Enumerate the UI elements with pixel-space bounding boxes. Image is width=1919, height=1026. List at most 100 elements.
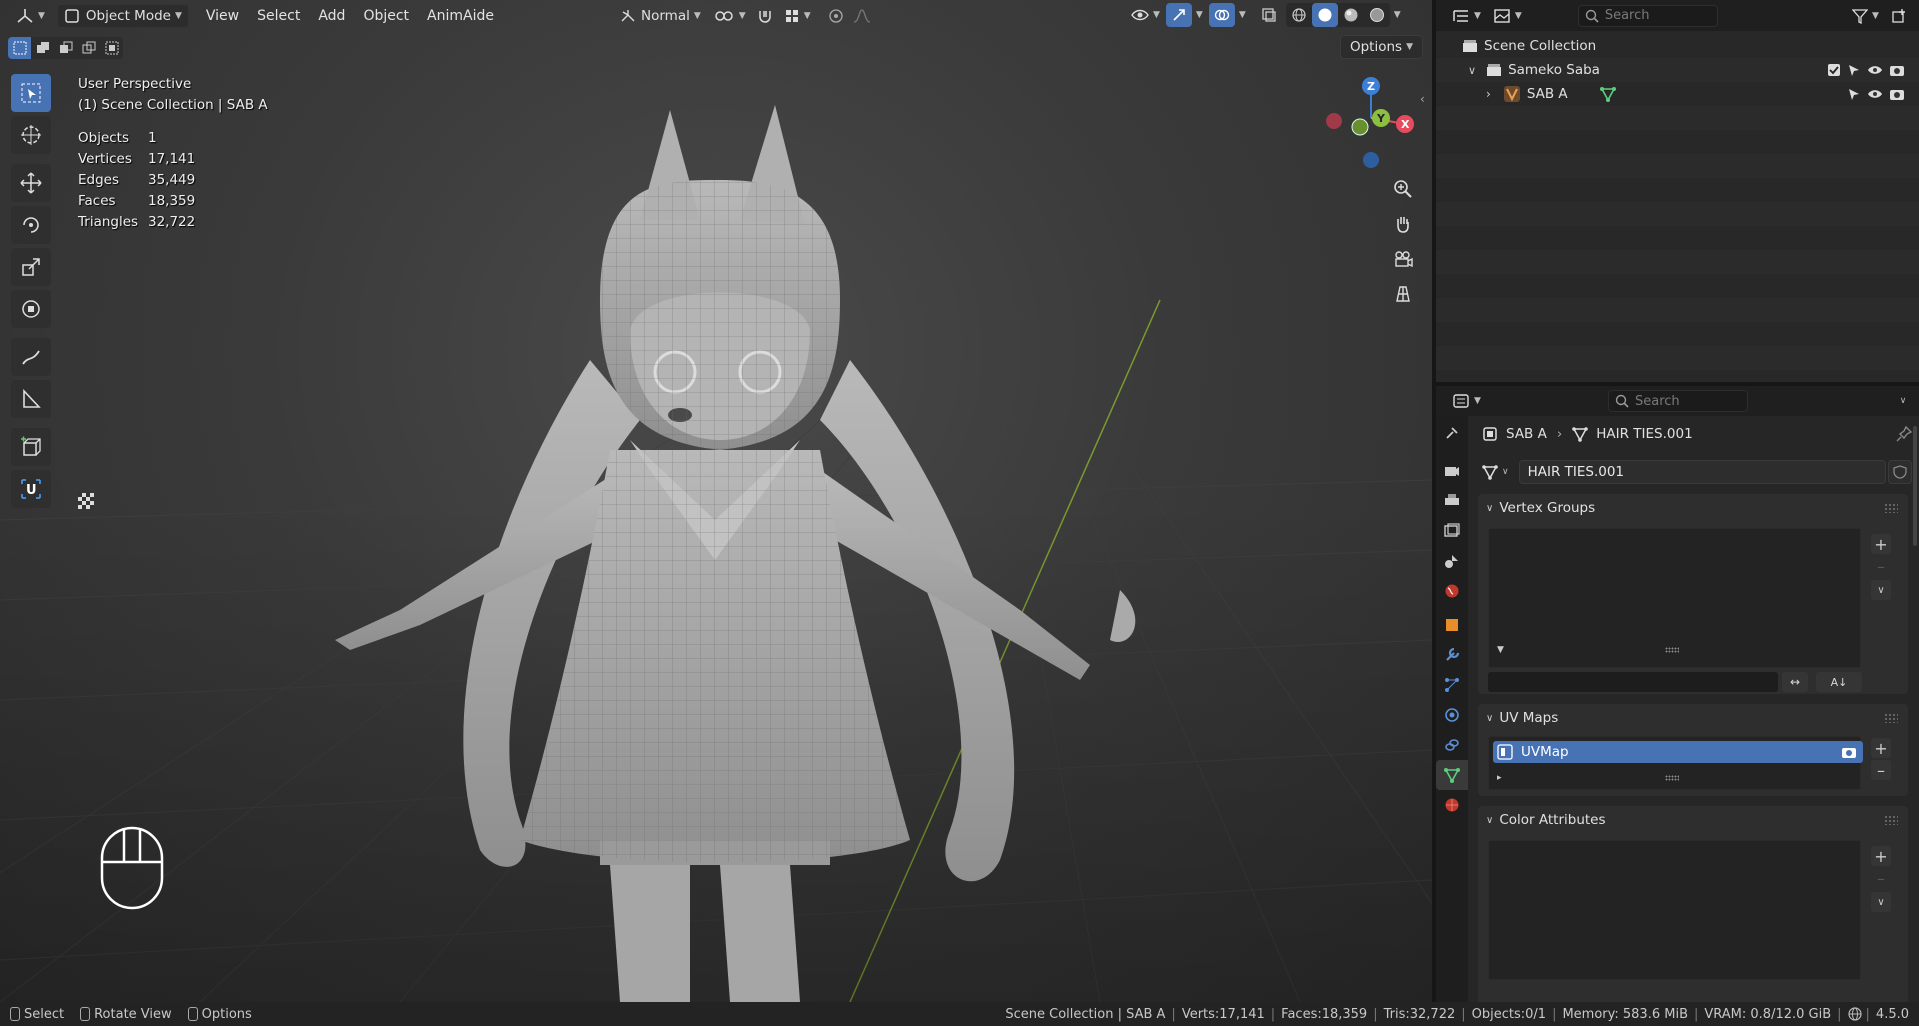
collapse-chevron-icon[interactable]: ∨ — [1468, 64, 1476, 77]
selectable-arrow-icon[interactable] — [1847, 63, 1861, 77]
uv-maps-header[interactable]: ∨ UV Maps — [1478, 704, 1908, 732]
fake-user-button[interactable] — [1888, 460, 1912, 484]
pivot-point-dropdown[interactable]: ▼ — [707, 4, 752, 28]
menu-animaide[interactable]: AnimAide — [418, 4, 503, 28]
uv-map-item[interactable]: UVMap — [1493, 741, 1863, 763]
display-mode-dropdown[interactable]: ▼ — [1487, 4, 1528, 28]
proportional-edit-toggle[interactable] — [823, 4, 849, 28]
select-extend-button[interactable] — [31, 37, 54, 59]
tab-data[interactable] — [1436, 760, 1468, 790]
sidebar-toggle-icon[interactable]: ‹ — [1420, 92, 1425, 106]
tab-tool[interactable] — [1436, 418, 1468, 448]
mode-dropdown[interactable]: Object Mode ▼ — [56, 3, 189, 28]
tab-object[interactable] — [1436, 610, 1468, 640]
gizmo-toggle[interactable] — [1165, 3, 1192, 27]
gizmo-neg-x[interactable] — [1326, 113, 1342, 129]
tab-modifiers[interactable] — [1436, 640, 1468, 670]
vertex-group-specials-button[interactable]: ∨ — [1871, 580, 1891, 600]
transform-orientation-dropdown[interactable]: Normal ▼ — [613, 4, 707, 28]
add-uv-map-button[interactable]: + — [1871, 738, 1891, 758]
eye-icon[interactable] — [1867, 87, 1883, 101]
overlays-toggle[interactable] — [1208, 3, 1235, 27]
cursor-tool[interactable] — [11, 116, 51, 154]
selectable-arrow-icon[interactable] — [1847, 87, 1861, 101]
overlays-dropdown-icon[interactable]: ▼ — [1239, 10, 1246, 20]
rotate-tool[interactable] — [11, 206, 51, 244]
checkbox-icon[interactable] — [1827, 63, 1841, 77]
select-new-button[interactable] — [8, 37, 31, 59]
outliner-editor-type[interactable]: ▼ — [1446, 4, 1487, 28]
camera-view-button[interactable] — [1388, 244, 1418, 274]
tab-world[interactable] — [1436, 576, 1468, 606]
color-attributes-list[interactable] — [1488, 840, 1861, 980]
mesh-name-field[interactable]: HAIR TIES.001 — [1518, 460, 1886, 484]
vertex-groups-header[interactable]: ∨ Vertex Groups — [1478, 494, 1908, 522]
outliner-row-object[interactable]: › SAB A — [1436, 82, 1919, 106]
menu-add[interactable]: Add — [309, 4, 354, 28]
tab-render[interactable] — [1436, 456, 1468, 486]
vertex-groups-list[interactable]: ▼ — [1488, 528, 1861, 668]
invert-filter-button[interactable]: ↔ — [1782, 672, 1808, 692]
transform-tool[interactable] — [11, 290, 51, 328]
uv-addon-tool[interactable]: U — [11, 470, 51, 508]
gizmo-neg-y[interactable] — [1351, 118, 1369, 136]
viewport-options-button[interactable]: Options ▼ — [1340, 35, 1423, 59]
tab-physics[interactable] — [1436, 700, 1468, 730]
sort-alpha-button[interactable]: A↓ — [1816, 672, 1862, 692]
measure-tool[interactable] — [11, 380, 51, 418]
visibility-dropdown[interactable]: ▼ — [1125, 3, 1166, 27]
pin-icon[interactable] — [1896, 426, 1912, 442]
select-box-tool[interactable] — [11, 74, 51, 112]
list-resize-grip[interactable] — [1665, 647, 1679, 653]
expand-chevron-icon[interactable]: › — [1486, 87, 1491, 101]
remove-uv-map-button[interactable]: – — [1871, 760, 1891, 780]
falloff-dropdown[interactable] — [849, 4, 875, 28]
pan-button[interactable] — [1388, 209, 1418, 239]
menu-select[interactable]: Select — [248, 4, 309, 28]
annotate-tool[interactable] — [11, 338, 51, 376]
tab-constraints[interactable] — [1436, 730, 1468, 760]
color-attribute-specials-button[interactable]: ∨ — [1871, 892, 1891, 912]
remove-color-attribute-button[interactable]: – — [1871, 868, 1891, 888]
viewport-scene[interactable] — [0, 0, 1432, 1002]
outliner-search-input[interactable]: Search — [1577, 4, 1718, 27]
tab-view-layer[interactable] — [1436, 516, 1468, 546]
tab-particles[interactable] — [1436, 670, 1468, 700]
camera-render-icon[interactable] — [1841, 745, 1857, 759]
wireframe-shading-button[interactable] — [1286, 3, 1312, 27]
3d-viewport[interactable]: ▼ Object Mode ▼ View Select Add Object An… — [0, 0, 1432, 1002]
add-vertex-group-button[interactable]: + — [1871, 534, 1891, 554]
outliner-row-scene-collection[interactable]: Scene Collection — [1436, 34, 1919, 58]
new-collection-button[interactable] — [1886, 4, 1912, 28]
list-filter-toggle-icon[interactable]: ▸ — [1497, 773, 1502, 783]
browse-mesh-dropdown[interactable]: ∨ — [1476, 460, 1515, 484]
add-cube-tool[interactable] — [11, 428, 51, 466]
select-invert-button[interactable] — [77, 37, 100, 59]
eye-icon[interactable] — [1867, 63, 1883, 77]
navigation-gizmo[interactable]: Z Y X — [1325, 74, 1425, 174]
camera-render-icon[interactable] — [1889, 63, 1905, 77]
xray-toggle[interactable] — [1256, 3, 1282, 27]
checker-icon[interactable] — [76, 491, 96, 511]
properties-scrollbar[interactable] — [1913, 426, 1917, 546]
gizmo-neg-z[interactable] — [1363, 152, 1379, 168]
outliner-row-collection[interactable]: ∨ Sameko Saba — [1436, 58, 1919, 82]
move-tool[interactable] — [11, 164, 51, 202]
list-resize-grip[interactable] — [1665, 775, 1679, 781]
properties-search-input[interactable]: Search — [1608, 390, 1748, 412]
remove-vertex-group-button[interactable]: – — [1871, 556, 1891, 576]
select-intersect-button[interactable] — [100, 37, 123, 59]
uv-maps-list[interactable]: UVMap ▸ — [1488, 736, 1863, 790]
menu-view[interactable]: View — [197, 4, 248, 28]
scale-tool[interactable] — [11, 248, 51, 286]
color-attributes-header[interactable]: ∨ Color Attributes — [1478, 806, 1908, 834]
tab-output[interactable] — [1436, 486, 1468, 516]
camera-render-icon[interactable] — [1889, 87, 1905, 101]
tab-material[interactable] — [1436, 790, 1468, 820]
properties-options-dropdown[interactable]: ∨ — [1888, 389, 1914, 413]
list-filter-toggle-icon[interactable]: ▼ — [1497, 645, 1504, 655]
ortho-toggle-button[interactable] — [1388, 279, 1418, 309]
material-preview-button[interactable] — [1338, 3, 1364, 27]
snap-toggle[interactable] — [752, 4, 778, 28]
shading-dropdown-icon[interactable]: ▼ — [1394, 10, 1401, 20]
